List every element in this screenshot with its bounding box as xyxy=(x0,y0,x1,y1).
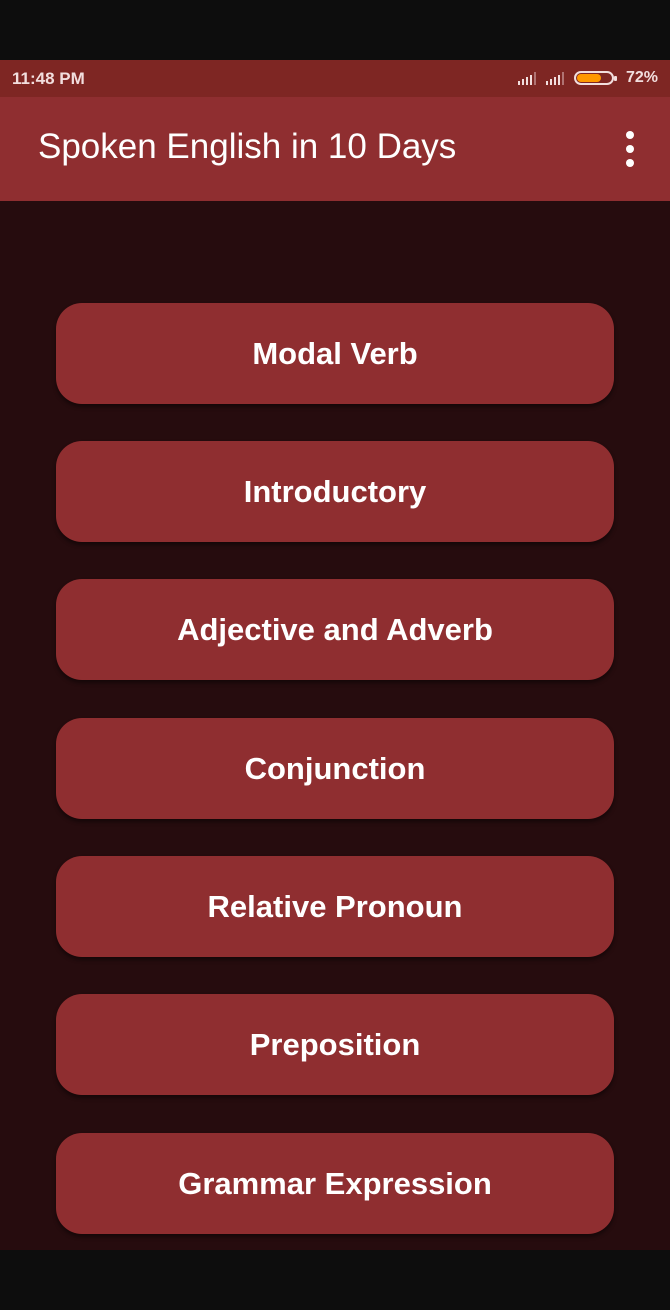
lesson-button-adjective-and-adverb[interactable]: Adjective and Adverb xyxy=(56,579,614,680)
top-system-area xyxy=(0,0,670,60)
app-bar: Spoken English in 10 Days xyxy=(0,97,670,201)
lesson-button-modal-verb[interactable]: Modal Verb xyxy=(56,303,614,404)
battery-icon xyxy=(573,71,617,85)
app-title: Spoken English in 10 Days xyxy=(38,127,457,166)
status-bar: 11:48 PM 72% xyxy=(0,60,670,97)
lesson-list: Modal Verb Introductory Adjective and Ad… xyxy=(0,201,670,1250)
battery-percent: 72% xyxy=(625,69,658,86)
lesson-button-relative-pronoun[interactable]: Relative Pronoun xyxy=(56,856,614,957)
status-time: 11:48 PM xyxy=(12,69,85,88)
more-vert-icon[interactable] xyxy=(618,131,642,167)
signal-strength-icon xyxy=(517,71,536,85)
signal-strength-icon-2 xyxy=(545,71,564,85)
lesson-button-conjunction[interactable]: Conjunction xyxy=(56,718,614,819)
lesson-button-preposition[interactable]: Preposition xyxy=(56,994,614,1095)
battery-level-fill xyxy=(576,74,602,82)
lesson-button-introductory[interactable]: Introductory xyxy=(56,441,614,542)
navigation-bar-area xyxy=(0,1250,670,1310)
lesson-button-grammar-expression[interactable]: Grammar Expression xyxy=(56,1133,614,1234)
status-icons: 72% xyxy=(517,68,658,88)
